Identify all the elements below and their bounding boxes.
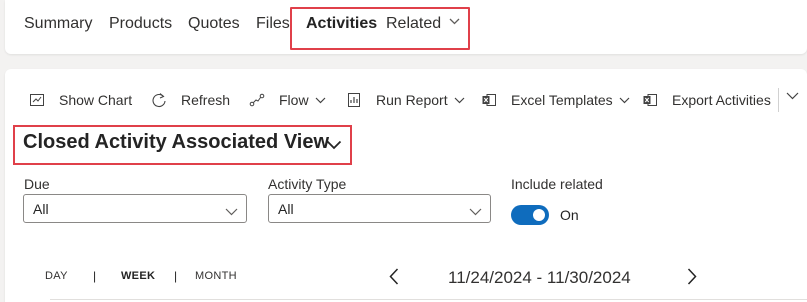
tab-summary[interactable]: Summary <box>24 15 92 33</box>
flow-label: Flow <box>279 92 309 108</box>
show-chart-label: Show Chart <box>59 92 133 108</box>
export-activities-label: Export Activities <box>672 92 771 108</box>
run-report-label: Run Report <box>376 92 448 108</box>
refresh-icon <box>151 92 167 108</box>
range-separator: | <box>174 269 178 283</box>
excel-templates-label: Excel Templates <box>511 92 613 108</box>
excel-export-icon <box>642 92 658 108</box>
flow-icon <box>249 92 265 108</box>
chevron-right-icon <box>687 268 697 289</box>
next-week-button[interactable] <box>687 268 697 290</box>
toggle-knob <box>533 209 545 221</box>
command-bar-divider <box>778 88 779 112</box>
chevron-left-icon <box>389 268 399 289</box>
range-week-button[interactable]: WEEK <box>121 270 155 282</box>
previous-week-button[interactable] <box>389 268 399 290</box>
due-filter-value: All <box>33 201 49 217</box>
include-related-state: On <box>560 207 579 223</box>
range-day-button[interactable]: DAY <box>45 270 68 282</box>
due-filter-select[interactable]: All <box>23 194 247 223</box>
flow-button[interactable]: Flow <box>249 92 326 108</box>
tab-quotes[interactable]: Quotes <box>188 15 240 33</box>
refresh-label: Refresh <box>181 92 231 108</box>
activity-type-filter-value: All <box>278 201 294 217</box>
report-icon <box>346 92 362 108</box>
due-filter-label: Due <box>24 176 50 192</box>
chart-icon <box>29 92 45 108</box>
include-related-toggle[interactable] <box>511 205 549 225</box>
chevron-down-icon <box>315 97 326 104</box>
tabs-highlight-box <box>290 7 470 50</box>
activity-type-filter-select[interactable]: All <box>268 194 491 223</box>
chevron-down-icon <box>225 203 238 221</box>
refresh-button[interactable]: Refresh <box>151 92 230 108</box>
grid-top-border <box>50 299 807 300</box>
show-chart-button[interactable]: Show Chart <box>29 92 132 108</box>
range-month-button[interactable]: MONTH <box>195 270 237 282</box>
export-activities-button[interactable]: Export Activities <box>642 92 771 108</box>
tab-products[interactable]: Products <box>109 15 172 33</box>
chevron-down-icon <box>469 203 482 221</box>
tab-files[interactable]: Files <box>256 15 290 33</box>
more-commands-button[interactable] <box>786 92 799 100</box>
range-separator: | <box>93 269 97 283</box>
view-highlight-box <box>13 125 352 165</box>
include-related-label: Include related <box>511 176 603 192</box>
chevron-down-icon <box>619 97 630 104</box>
excel-templates-button[interactable]: Excel Templates <box>481 92 630 108</box>
activity-type-filter-label: Activity Type <box>268 176 347 192</box>
chevron-down-icon <box>454 97 465 104</box>
date-range-label: 11/24/2024 - 11/30/2024 <box>448 268 631 287</box>
chevron-down-icon <box>786 92 799 100</box>
run-report-button[interactable]: Run Report <box>346 92 465 108</box>
excel-icon <box>481 92 497 108</box>
